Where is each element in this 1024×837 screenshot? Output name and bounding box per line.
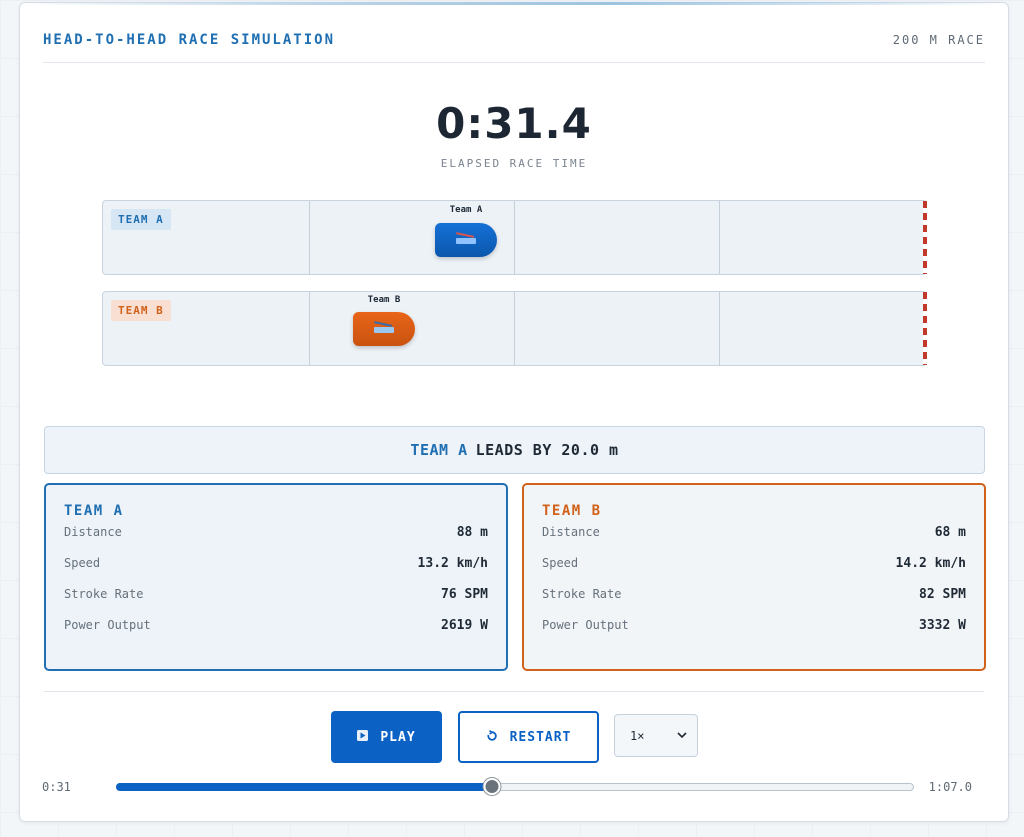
play-icon (357, 730, 369, 744)
stat-row-stroke-rate: Stroke Rate 76 SPM (64, 581, 488, 612)
stat-value: 3332 W (919, 618, 966, 633)
controls-divider (44, 691, 984, 692)
stat-row-distance: Distance 88 m (64, 519, 488, 550)
stat-label: Power Output (64, 618, 151, 632)
lane-tag-team-b: TEAM B (111, 300, 171, 321)
lead-margin-text: LEADS BY 20.0 m (475, 441, 619, 459)
boat-team-b (353, 312, 415, 346)
elapsed-time-display: 0:31.4 (436, 99, 592, 148)
lane-divider (309, 292, 310, 365)
play-label: PLAY (380, 729, 416, 745)
lane-divider (309, 201, 310, 274)
lead-banner: TEAM A LEADS BY 20.0 m (44, 426, 985, 474)
leading-team: TEAM A (410, 441, 468, 459)
stat-label: Stroke Rate (64, 587, 144, 601)
lane-divider (514, 292, 515, 365)
stat-label: Distance (64, 525, 122, 539)
stat-row-speed: Speed 14.2 km/h (542, 550, 966, 581)
lane-team-b: TEAM B Team B (102, 291, 927, 366)
stat-value: 68 m (934, 525, 966, 540)
stat-value: 14.2 km/h (895, 556, 966, 571)
team-b-stats-card: TEAM B Distance 68 m Speed 14.2 km/h Str… (522, 483, 986, 671)
team-b-title: TEAM B (542, 503, 602, 519)
timeline-slider-fill (116, 783, 491, 791)
lane-divider (514, 201, 515, 274)
stat-value: 82 SPM (919, 587, 966, 602)
playback-speed-select[interactable]: 1× (614, 714, 698, 757)
stat-row-power-output: Power Output 3332 W (542, 612, 966, 643)
team-a-stats-card: TEAM A Distance 88 m Speed 13.2 km/h Str… (44, 483, 508, 671)
boat-team-a (435, 223, 497, 257)
race-panel: HEAD-TO-HEAD RACE SIMULATION 200 M RACE … (19, 2, 1009, 822)
team-a-title: TEAM A (64, 503, 124, 519)
restart-label: RESTART (509, 729, 572, 745)
timeline-slider-thumb[interactable] (483, 778, 501, 795)
boat-deck (374, 327, 394, 333)
stat-row-stroke-rate: Stroke Rate 82 SPM (542, 581, 966, 612)
restart-icon (486, 729, 498, 745)
lane-team-a: TEAM A Team A (102, 200, 927, 275)
stat-row-power-output: Power Output 2619 W (64, 612, 488, 643)
stat-value: 2619 W (441, 618, 488, 633)
card-accent-line (20, 2, 1008, 5)
elapsed-time-label: ELAPSED RACE TIME (440, 157, 588, 170)
stat-row-speed: Speed 13.2 km/h (64, 550, 488, 581)
stat-label: Speed (542, 556, 579, 570)
play-button[interactable]: PLAY (331, 711, 442, 763)
boat-oar (455, 232, 475, 238)
lane-tag-team-a: TEAM A (111, 209, 171, 230)
stat-label: Power Output (542, 618, 629, 632)
chevron-down-icon (677, 729, 687, 742)
boat-label-team-a: Team A (449, 205, 483, 215)
restart-button[interactable]: RESTART (458, 711, 599, 763)
timeline-total-time: 1:07.0 (928, 780, 972, 794)
stat-value: 76 SPM (441, 587, 488, 602)
race-distance-label: 200 M RACE (892, 33, 985, 47)
finish-line (923, 292, 927, 365)
timeline-current-time: 0:31 (42, 780, 71, 794)
panel-header: HEAD-TO-HEAD RACE SIMULATION 200 M RACE (43, 25, 985, 63)
stat-label: Speed (64, 556, 101, 570)
stat-label: Stroke Rate (542, 587, 622, 601)
stat-row-distance: Distance 68 m (542, 519, 966, 550)
boat-oar (373, 321, 393, 327)
finish-line (923, 201, 927, 274)
boat-deck (456, 238, 476, 244)
stat-label: Distance (542, 525, 600, 539)
lane-divider (719, 292, 720, 365)
boat-label-team-b: Team B (367, 295, 401, 305)
stat-value: 13.2 km/h (417, 556, 488, 571)
stat-value: 88 m (456, 525, 488, 540)
speed-value: 1× (630, 728, 645, 743)
timeline-slider[interactable] (116, 778, 914, 795)
lane-divider (719, 201, 720, 274)
panel-title: HEAD-TO-HEAD RACE SIMULATION (43, 32, 336, 48)
